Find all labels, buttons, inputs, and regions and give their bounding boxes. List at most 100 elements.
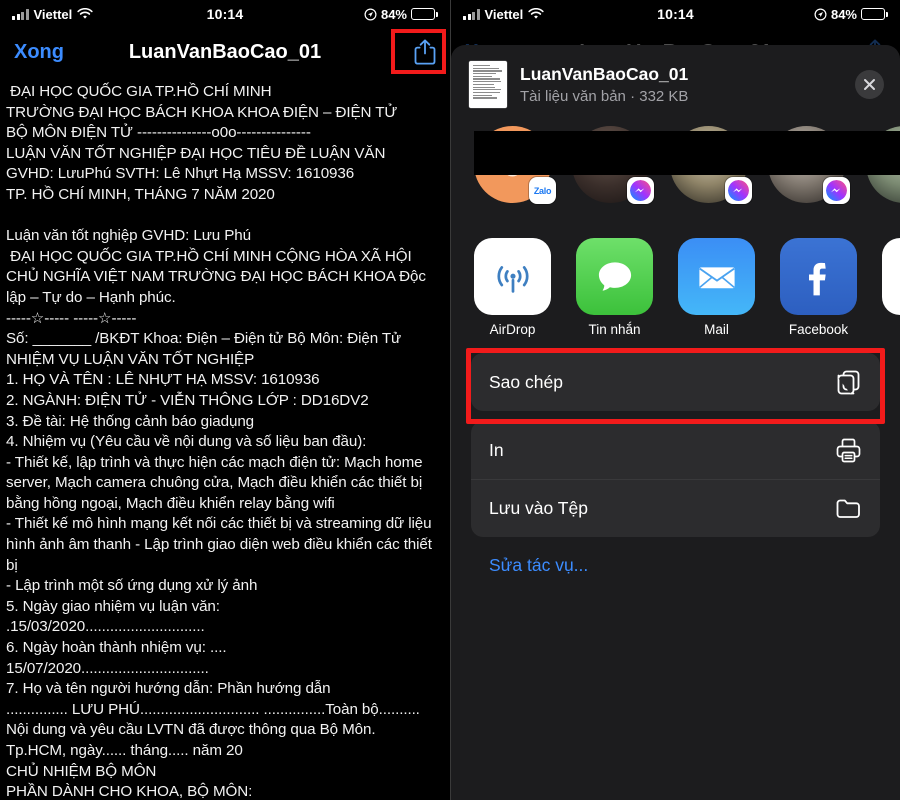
action-label-save-to-files: Lưu vào Tệp [489, 497, 588, 518]
close-button[interactable] [855, 70, 884, 99]
copy-icon [837, 370, 860, 394]
messenger-badge-icon [725, 177, 752, 204]
share-sheet-header: LuanVanBaoCao_01 Tài liệu văn bản · 332 … [451, 45, 900, 122]
facebook-icon [780, 238, 857, 315]
action-group-primary: Sao chép [471, 353, 880, 411]
status-bar-right-group: 84% [814, 7, 888, 22]
action-row-copy[interactable]: Sao chép [471, 353, 880, 411]
done-button[interactable]: Xong [14, 41, 64, 64]
navigation-bar-left: Xong LuanVanBaoCao_01 [0, 28, 450, 76]
status-bar-left-group: Viettel [12, 7, 93, 22]
zalo-badge-label: Zalo [533, 185, 552, 196]
action-group-spacer [471, 411, 880, 421]
document-line: 6. Ngày hoàn thành nhiệm vụ: .... [6, 639, 227, 657]
share-apps-section: AirDrop Tin nhắn Mail Facebook Me [451, 222, 900, 337]
document-line: ĐẠI HỌC QUỐC GIA TP.HỒ CHÍ MINH [6, 83, 272, 100]
document-line: 5. Ngày giao nhiệm vụ luận văn: [6, 597, 220, 615]
status-bar-left: Viettel 10:14 84% [0, 0, 450, 28]
contact-names-redaction-band [474, 131, 900, 175]
share-apps-row[interactable]: AirDrop Tin nhắn Mail Facebook Me [451, 226, 900, 337]
action-row-print[interactable]: In [471, 421, 880, 479]
battery-percent-label: 84% [830, 6, 857, 22]
printer-icon [836, 438, 861, 462]
document-line: PHẦN DÀNH CHO KHOA, BỘ MÔN: [6, 783, 253, 800]
signal-bars-icon [463, 8, 480, 20]
status-bar-right: Viettel 10:14 84% [451, 0, 900, 28]
document-line: - Thiết kế, lập trình và thực hiện các m… [6, 453, 427, 512]
share-app-label: Me [882, 322, 900, 337]
action-row-save-to-files[interactable]: Lưu vào Tệp [471, 479, 880, 537]
share-icon [414, 39, 436, 65]
share-app-label: Facebook [788, 322, 849, 337]
document-blank-line [6, 206, 444, 227]
document-line: TRƯỜNG ĐẠI HỌC BÁCH KHOA KHOA ĐIỆN – ĐIỆ… [6, 103, 398, 121]
document-text-body: ĐẠI HỌC QUỐC GIA TP.HỒ CHÍ MINH TRƯỜNG ĐẠ… [0, 76, 450, 800]
location-arrow-icon [364, 7, 377, 21]
share-app-messenger[interactable]: Me [882, 238, 900, 337]
document-line: 3. Đề tài: Hệ thống cảnh báo giadụng [6, 412, 255, 430]
share-actions-section: Sao chép In Lưu vào Tệp Sửa tác vụ... [451, 337, 900, 576]
document-line: CHỦ NHIỆM BỘ MÔN [6, 762, 157, 780]
page-title: LuanVanBaoCao_01 [128, 40, 322, 63]
messenger-badge-icon [823, 177, 850, 204]
document-line: TP. HỒ CHÍ MINH, THÁNG 7 NĂM 2020 [6, 185, 275, 203]
document-thumbnail [469, 61, 507, 108]
messages-icon [576, 238, 653, 315]
share-app-airdrop[interactable]: AirDrop [474, 238, 551, 337]
folder-icon [836, 499, 860, 518]
share-app-label: AirDrop [489, 322, 536, 337]
share-app-facebook[interactable]: Facebook [780, 238, 857, 337]
messenger-icon [882, 238, 900, 315]
wifi-icon [528, 8, 544, 19]
document-line: ĐẠI HỌC QUỐC GIA TP.HỒ CHÍ MINH CỘNG HÒA… [6, 247, 431, 306]
location-arrow-icon [814, 7, 827, 21]
document-line: 4. Nhiệm vụ (Yêu cầu về nội dung và số l… [6, 433, 367, 451]
signal-bars-icon [12, 8, 29, 20]
share-app-label: Mail [704, 322, 729, 337]
right-screen-share-sheet: Viettel 10:14 84% LuanVanBaoCao_01 Tài l… [450, 0, 900, 800]
share-app-label: Tin nhắn [588, 322, 641, 337]
share-button[interactable] [414, 39, 436, 65]
status-bar-left-group: Viettel [463, 7, 544, 22]
action-group-secondary: In Lưu vào Tệp [471, 421, 880, 537]
status-bar-right-group: 84% [364, 7, 438, 22]
document-line: 15/07/2020..............................… [6, 659, 209, 677]
document-line: Tp.HCM, ngày...... tháng..... năm 20 [6, 742, 243, 759]
action-label-print: In [489, 439, 504, 460]
zalo-badge-icon: Zalo [529, 177, 556, 204]
document-line: LUẬN VĂN TỐT NGHIỆP ĐẠI HỌC TIÊU ĐỀ LUẬN… [6, 144, 386, 162]
battery-percent-label: 84% [380, 6, 407, 22]
dual-screenshot-container: Viettel 10:14 84% Xong LuanVanBaoCao_01 … [0, 0, 900, 800]
battery-icon [861, 8, 888, 20]
document-line: 7. Họ và tên người hướng dẫn: Phần hướng… [6, 680, 331, 698]
document-line: BỘ MÔN ĐIỆN TỬ ---------------o0o-------… [6, 124, 311, 142]
document-line: GVHD: LưuPhú SVTH: Lê Nhựt Hạ MSSV: 1610… [6, 165, 355, 183]
document-line: - Lập trình một số ứng dụng xử lý ảnh [6, 577, 258, 595]
messenger-badge-icon [627, 177, 654, 204]
action-label-copy: Sao chép [489, 371, 563, 392]
airdrop-icon [474, 238, 551, 315]
carrier-label: Viettel [33, 6, 73, 22]
wifi-icon [77, 8, 93, 19]
document-line: NHIỆM VỤ LUẬN VĂN TỐT NGHIỆP [6, 350, 255, 368]
document-line: .15/03/2020............................. [6, 618, 205, 636]
edit-actions-link[interactable]: Sửa tác vụ... [471, 537, 880, 576]
share-app-messages[interactable]: Tin nhắn [576, 238, 653, 337]
document-line: 1. HỌ VÀ TÊN : LÊ NHỰT HẠ MSSV: 1610936 [6, 371, 320, 389]
document-line: - Thiết kế mô hình mạng kết nối các thiế… [6, 515, 437, 574]
carrier-label: Viettel [484, 6, 524, 22]
share-app-mail[interactable]: Mail [678, 238, 755, 337]
battery-icon [411, 8, 438, 20]
share-file-subtitle: Tài liệu văn bản · 332 KB [520, 87, 689, 105]
document-line: ............... LƯU PHÚ.................… [6, 700, 420, 718]
share-file-name: LuanVanBaoCao_01 [520, 63, 689, 84]
close-icon [864, 79, 875, 90]
document-line: -----☆----- -----☆----- [6, 309, 137, 327]
document-line: Luận văn tốt nghiệp GVHD: Lưu Phú [6, 227, 251, 245]
share-sheet: LuanVanBaoCao_01 Tài liệu văn bản · 332 … [451, 45, 900, 800]
mail-icon [678, 238, 755, 315]
document-line: Số: _______ /BKĐT Khoa: Điện – Điện tử B… [6, 330, 402, 348]
document-line: 2. NGÀNH: ĐIỆN TỬ - VIỄN THÔNG LỚP : DD1… [6, 391, 369, 409]
share-file-meta: LuanVanBaoCao_01 Tài liệu văn bản · 332 … [520, 63, 842, 107]
document-line: Nội dung và yêu cầu LVTN đã được thông q… [6, 721, 376, 739]
